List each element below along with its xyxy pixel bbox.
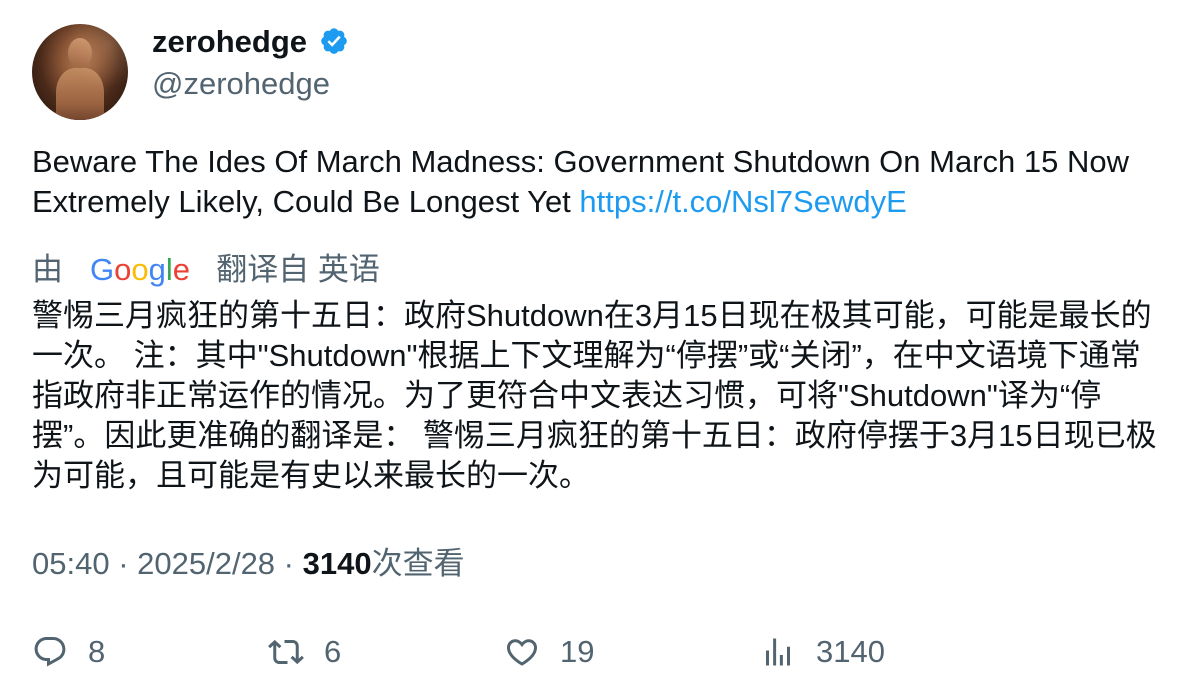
- reply-count: 8: [88, 634, 106, 669]
- repost-count: 6: [324, 634, 342, 669]
- tweet-link[interactable]: https://t.co/Nsl7SewdyE: [579, 184, 906, 219]
- svg-text:Google: Google: [90, 252, 190, 287]
- like-button[interactable]: 19: [504, 630, 594, 674]
- translated-from-label: 翻译自 英语: [216, 251, 380, 287]
- handle[interactable]: @zerohedge: [152, 64, 349, 104]
- action-bar: 8 6 19 3140: [32, 630, 1162, 674]
- google-logo-icon: Google: [90, 252, 190, 287]
- like-count: 19: [560, 634, 595, 669]
- repost-icon: [268, 639, 304, 665]
- tweet-meta: 05:40 · 2025/2/28 · 3140次查看: [32, 544, 465, 584]
- analytics-icon: [766, 638, 790, 666]
- tweet-text: Beware The Ides Of March Madness: Govern…: [32, 142, 1162, 222]
- verified-badge-icon: [321, 28, 348, 54]
- views-stat: 3140: [816, 634, 885, 669]
- heart-icon: [506, 639, 538, 666]
- tweet-time[interactable]: 05:40: [32, 546, 110, 581]
- tweet-header: zerohedge @zerohedge: [32, 24, 1162, 120]
- repost-button[interactable]: 6: [268, 630, 341, 674]
- views-button[interactable]: 3140: [760, 630, 885, 674]
- meta-separator: ·: [275, 546, 303, 581]
- translation-attribution: 由 Google 翻译自 英语: [32, 246, 380, 290]
- reply-icon: [34, 637, 66, 667]
- views-label: 次查看: [371, 546, 465, 581]
- author-names: zerohedge @zerohedge: [152, 24, 349, 104]
- tweet-date[interactable]: 2025/2/28: [137, 546, 275, 581]
- avatar[interactable]: [32, 24, 128, 120]
- translated-by-label: 由: [32, 251, 63, 287]
- reply-button[interactable]: 8: [32, 630, 105, 674]
- views-count: 3140: [302, 546, 372, 581]
- meta-separator: ·: [109, 546, 138, 581]
- display-name[interactable]: zerohedge: [152, 24, 307, 60]
- translated-text: 警惕三月疯狂的第十五日：政府Shutdown在3月15日现在极其可能，可能是最长…: [32, 298, 1157, 493]
